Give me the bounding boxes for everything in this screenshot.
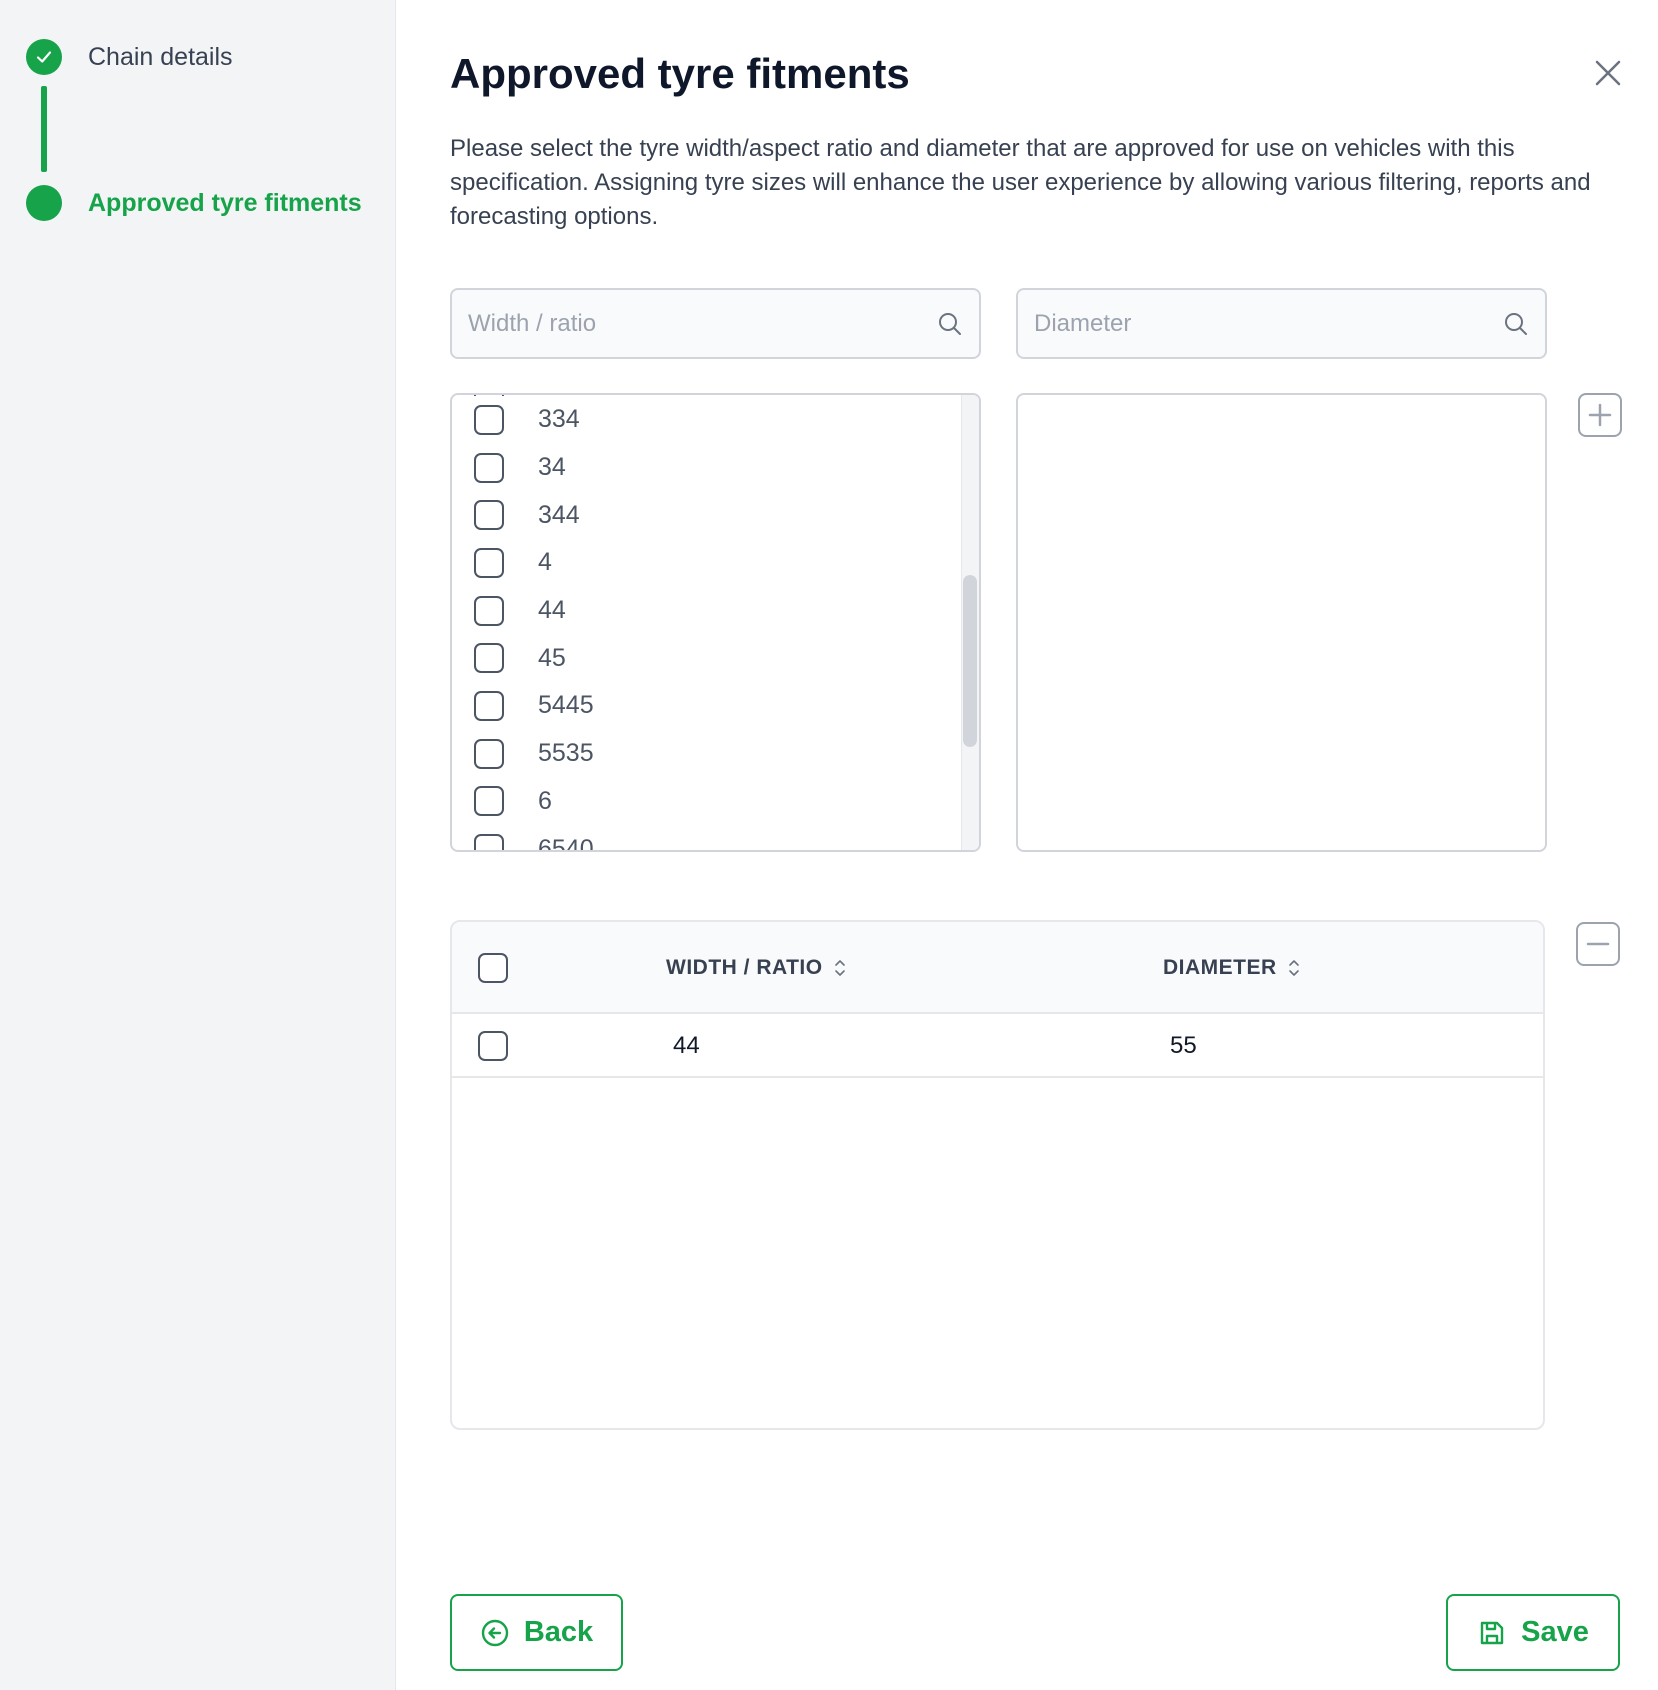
select-all-cell: [478, 922, 508, 1014]
floppy-disk-icon: [1480, 1621, 1504, 1644]
list-item[interactable]: 6: [452, 778, 962, 826]
step-connector: [41, 86, 47, 172]
sort-icon: [834, 960, 845, 976]
list-item[interactable]: 5445: [452, 682, 962, 730]
table-row[interactable]: 44 55: [452, 1014, 1543, 1078]
sort-icon: [1288, 960, 1299, 976]
option-checkbox[interactable]: [474, 500, 504, 531]
option-checkbox[interactable]: [474, 595, 504, 626]
option-label: 5535: [538, 739, 594, 768]
diameter-search: [1016, 288, 1547, 359]
option-label: 44: [538, 596, 566, 625]
scrollbar[interactable]: [961, 395, 979, 850]
step-label: Approved tyre fitments: [88, 188, 362, 217]
width-ratio-options: 334 34 344 4 44 45 5445 5535 6 6540: [452, 395, 962, 852]
list-item[interactable]: 34: [452, 444, 962, 492]
check-icon: [26, 39, 62, 75]
width-ratio-search-input[interactable]: [468, 309, 937, 338]
save-button-label: Save: [1521, 1616, 1589, 1648]
add-fitment-button[interactable]: [1578, 393, 1622, 437]
diameter-search-input[interactable]: [1034, 309, 1503, 338]
list-item[interactable]: 45: [452, 634, 962, 682]
diameter-options-list[interactable]: [1016, 393, 1547, 852]
page-description: Please select the tyre width/aspect rati…: [450, 135, 1591, 230]
width-ratio-options-list[interactable]: 334 34 344 4 44 45 5445 5535 6 6540: [450, 393, 981, 852]
width-ratio-cell: 44: [673, 1032, 700, 1059]
row-select-cell: [478, 1014, 508, 1078]
close-button[interactable]: [1591, 56, 1625, 90]
option-checkbox[interactable]: [474, 834, 504, 850]
option-checkbox[interactable]: [474, 404, 504, 435]
option-checkbox[interactable]: [474, 547, 504, 578]
diameter-cell: 55: [1170, 1032, 1197, 1059]
list-item[interactable]: 6540: [452, 825, 962, 852]
stepper-sidebar: Chain details Approved tyre fitments: [0, 0, 396, 1690]
option-label: 5445: [538, 691, 594, 720]
list-item[interactable]: 5535: [452, 730, 962, 778]
option-label: 4: [538, 548, 552, 577]
option-checkbox[interactable]: [474, 786, 504, 817]
option-checkbox[interactable]: [474, 643, 504, 674]
fitments-table: WIDTH / RATIO DIAMETER 44 55: [450, 920, 1545, 1430]
option-label: 334: [538, 405, 580, 434]
minus-icon: [1586, 942, 1610, 946]
search-icon[interactable]: [1503, 311, 1529, 337]
option-label: 6540: [538, 834, 594, 852]
option-label: 344: [538, 500, 580, 529]
list-item[interactable]: 334: [452, 396, 962, 444]
remove-fitment-button[interactable]: [1576, 922, 1620, 966]
close-icon: [1595, 60, 1621, 86]
option-checkbox[interactable]: [474, 395, 504, 396]
plus-icon: [1588, 403, 1612, 427]
option-checkbox[interactable]: [474, 738, 504, 769]
step-chain-details[interactable]: Chain details: [26, 39, 233, 75]
list-item[interactable]: 44: [452, 587, 962, 635]
select-all-checkbox[interactable]: [478, 953, 508, 983]
table-header: WIDTH / RATIO DIAMETER: [452, 922, 1543, 1014]
option-checkbox[interactable]: [474, 690, 504, 721]
width-ratio-column-header[interactable]: WIDTH / RATIO: [666, 922, 847, 1014]
width-ratio-search: [450, 288, 981, 359]
step-label: Chain details: [88, 42, 233, 71]
diameter-column-header[interactable]: DIAMETER: [1163, 922, 1301, 1014]
step-approved-tyre-fitments[interactable]: Approved tyre fitments: [26, 185, 362, 221]
save-button[interactable]: Save: [1446, 1594, 1620, 1671]
row-checkbox[interactable]: [478, 1031, 508, 1061]
list-item[interactable]: 4: [452, 539, 962, 587]
list-item[interactable]: 344: [452, 491, 962, 539]
search-icon[interactable]: [937, 311, 963, 337]
back-button-label: Back: [523, 1616, 594, 1648]
option-checkbox[interactable]: [474, 452, 504, 483]
column-header-label: WIDTH / RATIO: [666, 956, 823, 979]
option-label: 6: [538, 786, 552, 815]
back-button[interactable]: Back: [450, 1594, 623, 1671]
scrollbar-thumb[interactable]: [963, 575, 977, 747]
arrow-left-circle-icon: [481, 1619, 509, 1646]
option-label: 45: [538, 643, 566, 672]
column-header-label: DIAMETER: [1163, 956, 1277, 979]
page-title: Approved tyre fitments: [450, 50, 910, 97]
option-label: 34: [538, 453, 566, 482]
current-step-dot-icon: [26, 185, 62, 221]
main-panel: Approved tyre fitments Please select the…: [396, 0, 1658, 1690]
